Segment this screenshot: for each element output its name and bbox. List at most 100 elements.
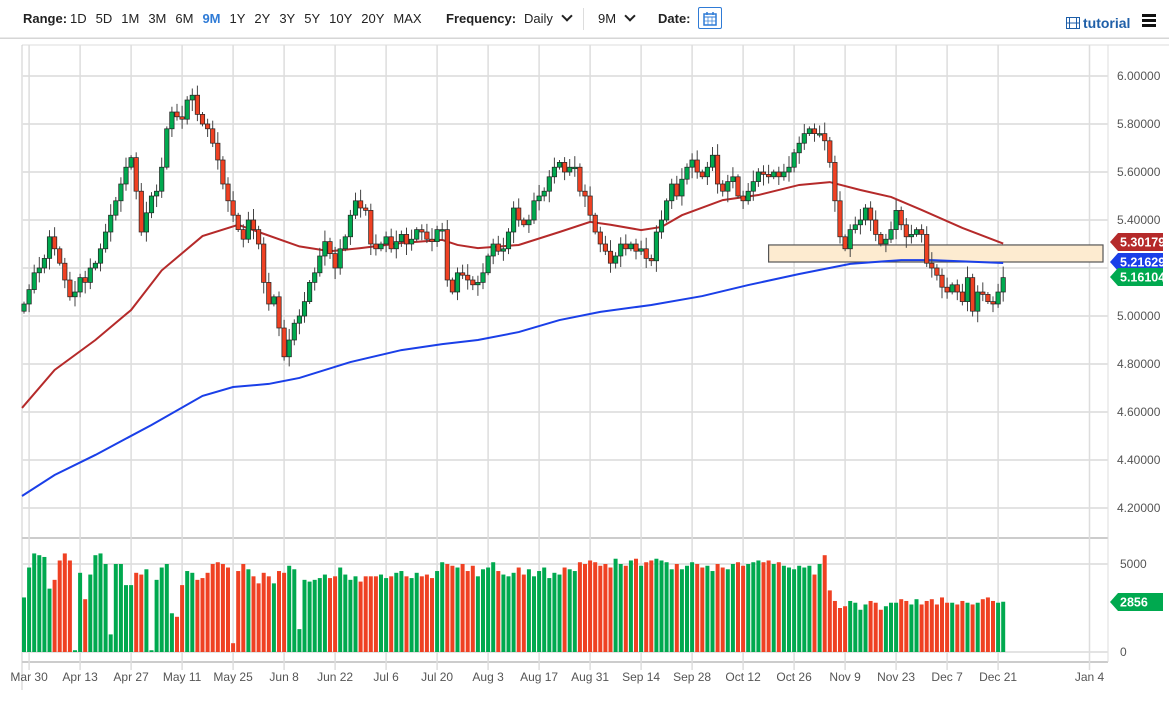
candle-body [694,159,700,173]
candle-body [500,248,506,252]
time-tick-label: Nov 9 [829,670,861,684]
candle-body [108,214,114,233]
candle-body [648,258,654,262]
volume-bar [970,604,975,652]
volume-bar [394,572,399,652]
candle-body [210,128,216,144]
volume-bar [88,574,93,652]
volume-bar [358,581,363,652]
candle-body [92,262,98,269]
volume-bar [980,599,985,652]
volume-bar [547,578,552,652]
candle-body [592,214,598,233]
volume-bar [124,585,128,652]
volume-bar [552,572,557,652]
price-tick-label: 5.40000 [1117,213,1161,227]
candle-body [827,140,833,163]
volume-bar [858,609,863,652]
candle-body [572,166,578,170]
volume-bar [659,560,664,652]
candle-body [704,166,710,178]
volume-bar [47,588,52,652]
volume-bar [720,567,725,652]
candle-body [873,219,879,235]
candle-body [929,262,935,269]
candle-body [980,291,986,295]
volume-bar [297,629,302,652]
volume-bar [205,572,210,652]
candle-body [291,322,297,341]
volume-bar [57,560,62,652]
volume-bar [812,574,817,652]
volume-bar [868,600,873,652]
candle-body [97,248,104,264]
candle-body [781,171,787,178]
volume-bar [307,581,312,652]
candle-body [454,272,461,293]
volume-bar [312,579,317,652]
time-tick-label: Sep 28 [673,670,711,684]
volume-bar [511,572,516,652]
volume-bar [960,600,965,652]
candle-body [618,243,624,257]
candle-body [21,303,27,312]
time-tick-label: Jul 20 [421,670,453,684]
candle-body [755,171,761,182]
volume-bar [98,553,103,652]
volume-bar [424,574,429,652]
volume-bar [521,574,526,652]
volume-bar [465,571,470,652]
volume-bar [118,564,123,652]
candle-body [72,291,78,298]
volume-bar [419,576,424,652]
candle-body [184,99,190,120]
volume-bar [134,572,139,652]
volume-bar [353,576,358,652]
time-tick-label: Nov 23 [877,670,915,684]
candle-body [317,255,323,274]
time-tick-label: Jul 6 [373,670,399,684]
volume-bar [256,583,261,652]
candle-body [113,200,119,216]
volume-bar [945,602,950,652]
volume-bar [445,564,450,652]
volume-bar [103,564,108,652]
volume-bar [144,569,149,652]
volume-bar [827,590,832,652]
candle-body [31,272,37,290]
volume-bar [27,567,32,652]
candle-body [368,210,374,245]
volume-bar [766,560,771,652]
candle-body [975,291,981,312]
volume-bar [363,576,368,652]
volume-bar [317,578,322,652]
volume-bar [389,576,394,652]
candle-body [240,229,246,240]
price-tick-label: 5.00000 [1117,309,1161,323]
candle-body [801,133,807,144]
volume-bar [577,562,582,652]
volume-bar [164,564,169,652]
candle-body [623,243,629,250]
volume-bar [628,560,633,652]
candle-body [179,116,185,120]
candle-body [796,142,802,154]
volume-bar [975,602,980,652]
candle-body [475,282,481,286]
candle-body [776,171,782,178]
volume-bar [715,564,720,652]
candle-body [312,272,318,283]
volume-bar [200,578,205,652]
candle-body [862,207,869,221]
volume-bar [440,562,445,652]
candle-body [460,272,466,276]
volume-bar [572,571,577,652]
volume-bar [215,562,220,652]
candle-body [541,190,547,197]
volume-bar [195,579,200,652]
candle-body [332,253,338,269]
candle-body [613,255,619,264]
candle-body [138,190,144,233]
candle-body [159,166,165,192]
price-chart[interactable]: 6.000005.800005.600005.400005.200005.000… [0,0,1169,701]
